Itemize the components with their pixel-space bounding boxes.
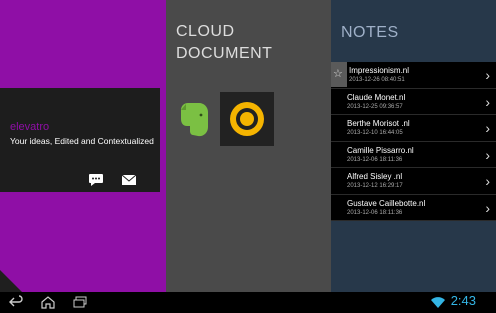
cloud-document-title: CLOUD DOCUMENT <box>176 23 273 62</box>
note-item[interactable]: ☆ Impressionism.nl 2013-12-26 08:40:51 › <box>331 62 496 89</box>
chrome-tile[interactable] <box>220 92 274 146</box>
recent-apps-icon[interactable] <box>72 294 88 308</box>
system-nav-bar: 2:43 <box>0 292 496 310</box>
chat-icon[interactable] <box>88 172 104 186</box>
chevron-right-icon: › <box>485 199 490 216</box>
chevron-right-icon: › <box>485 146 490 163</box>
notes-list: ☆ Impressionism.nl 2013-12-26 08:40:51 ›… <box>331 62 496 221</box>
star-icon[interactable]: ☆ <box>331 62 347 87</box>
evernote-tile[interactable] <box>166 92 220 146</box>
chevron-right-icon: › <box>485 93 490 110</box>
clock: 2:43 <box>450 293 476 308</box>
brand-card[interactable]: elevatro Your ideas, Edited and Contextu… <box>0 88 160 192</box>
evernote-icon <box>181 103 208 137</box>
note-item[interactable]: Gustave Caillebotte.nl 2013-12-06 18:11:… <box>331 194 496 221</box>
tagline: Your ideas, Edited and Contextualized <box>10 136 154 146</box>
back-icon[interactable] <box>8 294 24 308</box>
chrome-icon <box>230 102 264 136</box>
brand-name: elevatro <box>10 121 50 133</box>
chevron-right-icon: › <box>485 120 490 136</box>
corner-fold <box>0 270 22 292</box>
note-item[interactable]: Alfred Sisley .nl 2013-12-12 16:29:17 › <box>331 168 496 195</box>
wifi-icon <box>430 294 446 308</box>
home-icon[interactable] <box>40 294 56 309</box>
note-item[interactable]: Camille Pissarro.nl 2013-12-06 18:11:36 … <box>331 141 496 168</box>
chevron-right-icon: › <box>485 67 490 83</box>
chevron-right-icon: › <box>485 173 490 189</box>
note-item[interactable]: Berthe Morisot .nl 2013-12-10 16:44:05 › <box>331 115 496 142</box>
mail-icon[interactable] <box>121 172 137 186</box>
notes-title: NOTES <box>341 24 399 41</box>
note-item[interactable]: Claude Monet.nl 2013-12-25 09:36:57 › <box>331 88 496 115</box>
